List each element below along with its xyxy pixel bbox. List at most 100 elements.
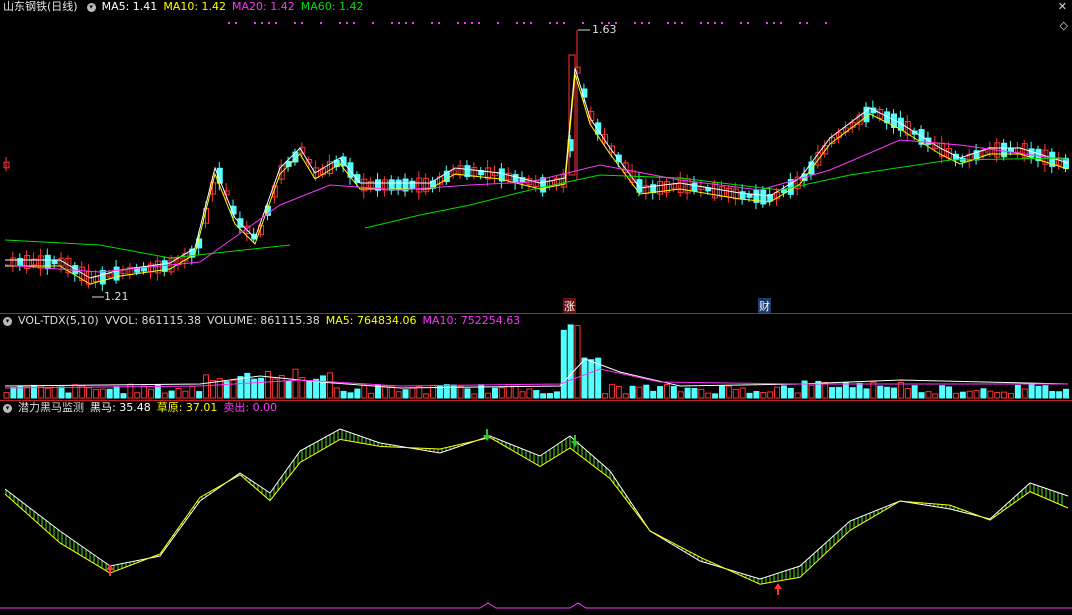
volume-bar — [498, 387, 505, 399]
volume-bar — [560, 329, 567, 399]
vol-ma10-line — [4, 368, 1068, 389]
volume-bar — [423, 393, 430, 399]
volume-bar — [663, 383, 670, 399]
volume-bar — [333, 387, 340, 399]
volume-bar — [141, 385, 148, 399]
marker-dot — [478, 22, 480, 24]
price-chart[interactable] — [0, 0, 1072, 313]
volume-bar — [182, 390, 189, 399]
volume-bar — [780, 385, 787, 399]
volume-bar — [1035, 385, 1042, 399]
volume-bar — [547, 393, 554, 399]
volume-bar — [292, 368, 299, 399]
volume-bar — [485, 392, 492, 399]
volume-bar — [1042, 385, 1049, 399]
volume-bar — [657, 386, 664, 399]
volume-bar — [168, 390, 175, 399]
buy-arrow-icon — [774, 583, 782, 595]
volume-bar — [574, 325, 581, 399]
volume-bar — [491, 387, 498, 399]
volume-bar — [1028, 384, 1035, 399]
volume-bar — [684, 387, 691, 399]
maichu-line — [0, 602, 1072, 609]
volume-bar — [3, 392, 10, 399]
candle-body — [1001, 142, 1008, 158]
marker-dot — [667, 22, 669, 24]
volume-bar — [10, 387, 17, 399]
volume-bar — [1001, 391, 1008, 399]
volume-bar — [189, 385, 196, 399]
marker-dot — [825, 22, 827, 24]
volume-bar — [258, 377, 265, 399]
volume-bar — [842, 382, 849, 399]
volume-panel[interactable]: ▾ VOL-TDX(5,10) VVOL: 861115.38 VOLUME: 861… — [0, 314, 1072, 400]
volume-bar — [196, 391, 203, 399]
volume-bar — [526, 388, 533, 399]
ma10-line — [5, 73, 1069, 285]
marker-dot — [275, 22, 277, 24]
volume-bar — [1021, 388, 1028, 399]
marker-dot — [556, 22, 558, 24]
marker-dot — [391, 22, 393, 24]
volume-bar — [306, 380, 313, 399]
marker-dot — [339, 22, 341, 24]
high-price-label: 1.63 — [592, 23, 617, 36]
volume-chart[interactable] — [0, 314, 1072, 400]
marker-dot — [320, 22, 322, 24]
volume-bar — [739, 387, 746, 399]
marker-dot — [254, 22, 256, 24]
candle-body — [615, 154, 622, 163]
volume-bar — [863, 388, 870, 399]
ma20-line — [4, 139, 1069, 273]
volume-bar — [629, 385, 636, 399]
price-panel[interactable]: 山东钢铁(日线) ▾ MA5: 1.41 MA10: 1.42 MA20: 1.42 MA… — [0, 0, 1072, 314]
marker-dot — [261, 22, 263, 24]
volume-bar — [732, 388, 739, 399]
volume-bar — [326, 372, 333, 399]
volume-bar — [946, 386, 953, 399]
volume-bar — [677, 391, 684, 399]
volume-bar — [877, 385, 884, 399]
caoyuan-line — [4, 436, 1069, 585]
volume-bar — [746, 392, 753, 399]
marker-dot — [471, 22, 473, 24]
event-cai-tag[interactable]: 财 — [758, 298, 771, 314]
event-zhang-tag[interactable]: 涨 — [563, 298, 576, 314]
indicator-chart[interactable] — [0, 401, 1072, 615]
volume-bar — [760, 391, 767, 399]
marker-dot — [398, 22, 400, 24]
volume-bar — [966, 390, 973, 399]
marker-dot — [431, 22, 433, 24]
marker-dot — [563, 22, 565, 24]
volume-bar — [705, 392, 712, 399]
volume-bar — [402, 389, 409, 399]
volume-bar — [980, 388, 987, 399]
volume-bar — [106, 388, 113, 399]
volume-bar — [987, 390, 994, 399]
volume-bar — [251, 378, 258, 399]
volume-bar — [471, 393, 478, 399]
marker-dot — [806, 22, 808, 24]
marker-dot — [674, 22, 676, 24]
volume-bar — [567, 324, 574, 399]
marker-dot — [700, 22, 702, 24]
volume-bar — [622, 393, 629, 399]
volume-bar — [58, 386, 65, 399]
indicator-panel[interactable]: ▾ 潜力黑马监测 黑马: 35.48 草原: 37.01 卖出: 0.00 — [0, 401, 1072, 615]
volume-bar — [787, 387, 794, 399]
marker-dot — [523, 22, 525, 24]
volume-bar — [636, 386, 643, 399]
volume-bar — [99, 388, 106, 399]
marker-dot — [372, 22, 374, 24]
marker-dot — [714, 22, 716, 24]
marker-dot — [549, 22, 551, 24]
volume-bar — [849, 387, 856, 399]
volume-bar — [822, 381, 829, 399]
volume-bar — [1007, 392, 1014, 399]
volume-bar — [464, 388, 471, 399]
volume-bar — [911, 385, 918, 399]
volume-bar — [264, 370, 271, 399]
volume-bar — [175, 388, 182, 399]
marker-dot — [301, 22, 303, 24]
volume-bar — [670, 386, 677, 399]
